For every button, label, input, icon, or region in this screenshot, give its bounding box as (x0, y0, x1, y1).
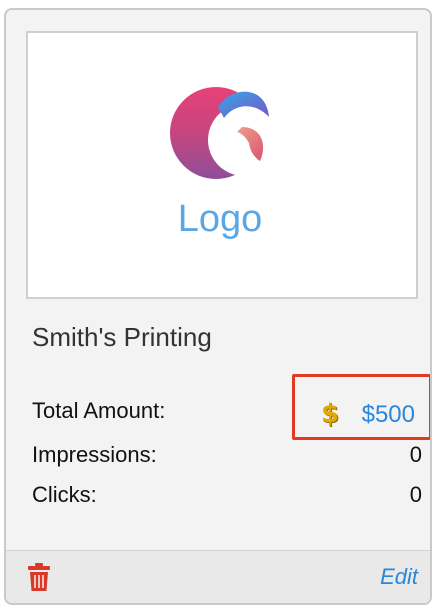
clicks-label: Clicks: (32, 482, 97, 507)
edit-link[interactable]: Edit (380, 564, 418, 590)
campaign-image: Logo (26, 31, 418, 299)
total-amount-value[interactable]: $500 (362, 401, 415, 429)
dollar-icon: $ (321, 399, 340, 429)
impressions-row: Impressions: 0 (32, 442, 422, 474)
impressions-label: Impressions: (32, 442, 157, 467)
impressions-value: 0 (409, 442, 422, 467)
clicks-value: 0 (409, 482, 422, 507)
campaign-card: Logo Smith's Printing Total Amount: $ $5… (4, 8, 432, 605)
advertiser-name: Smith's Printing (32, 322, 212, 352)
trash-icon[interactable] (28, 563, 50, 591)
card-footer: Edit (6, 550, 430, 603)
total-amount-label: Total Amount: (32, 398, 166, 423)
clicks-row: Clicks: 0 (32, 482, 422, 514)
logo-text: Logo (178, 198, 263, 240)
logo-image: Logo (170, 87, 269, 240)
total-amount-highlight: $ $500 (292, 374, 430, 440)
